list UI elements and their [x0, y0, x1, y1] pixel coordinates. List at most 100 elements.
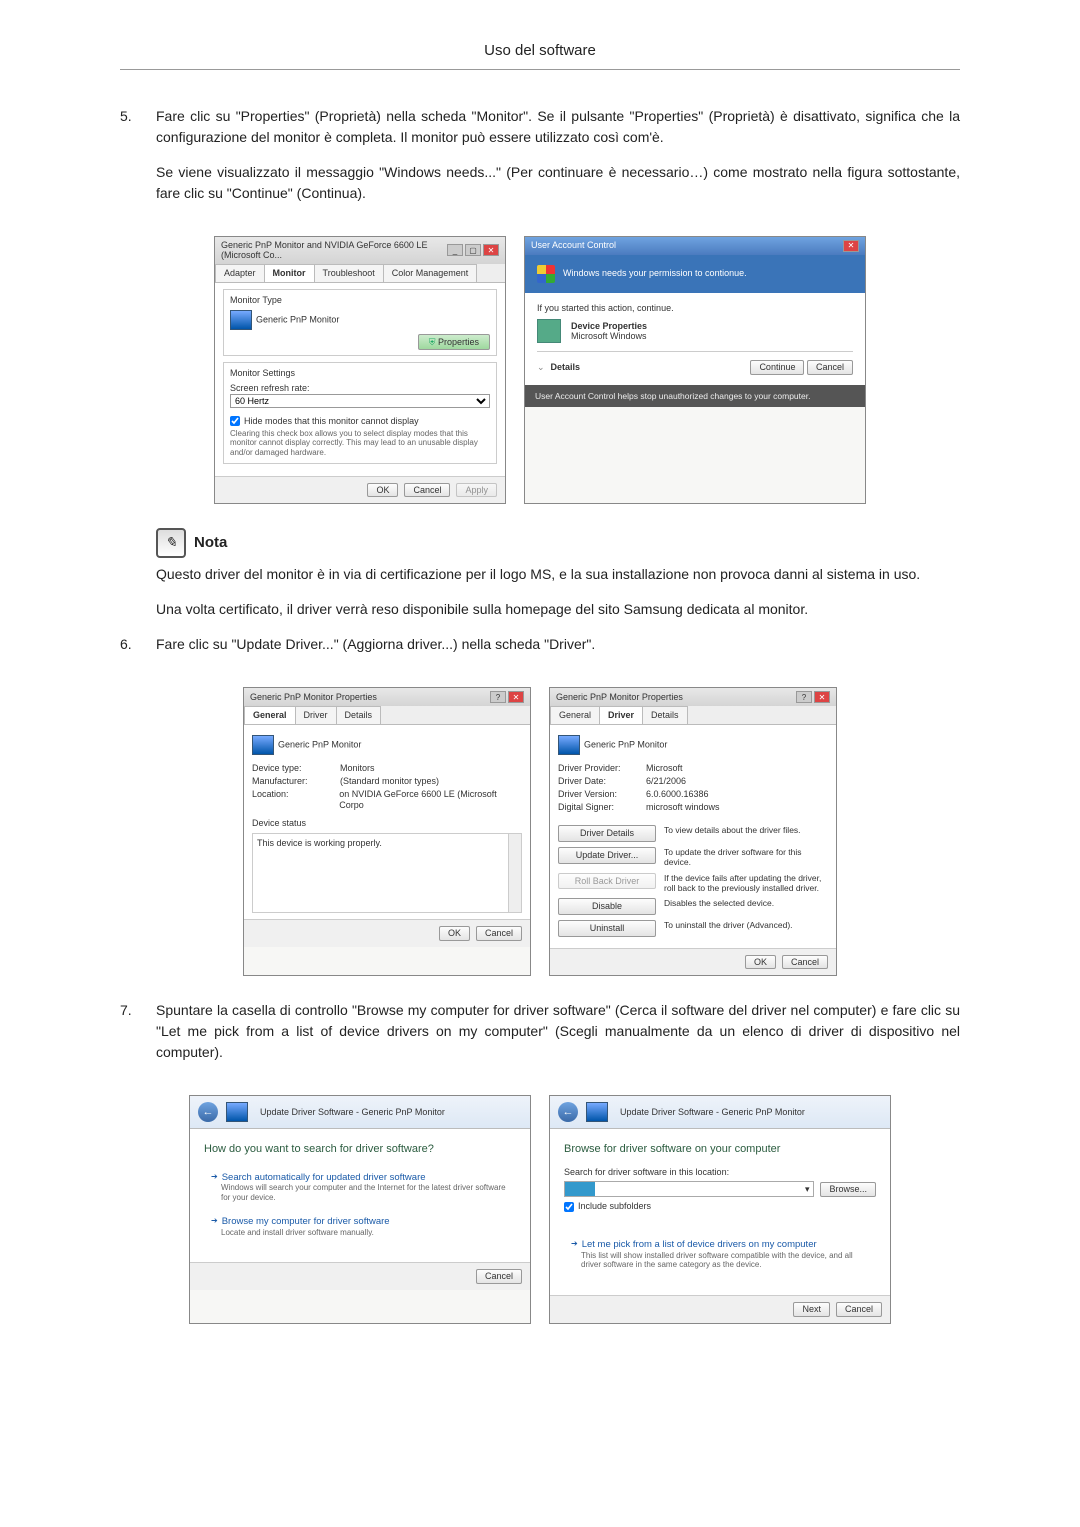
window-controls[interactable]: _▢✕: [447, 244, 499, 256]
step7-text: Spuntare la casella di controllo "Browse…: [156, 1000, 960, 1063]
tab-troubleshoot[interactable]: Troubleshoot: [314, 264, 384, 282]
cancel-button[interactable]: Cancel: [404, 483, 450, 498]
note-paragraph2: Una volta certificato, il driver verrà r…: [156, 599, 960, 620]
device-status-box: This device is working properly.: [252, 833, 522, 913]
monitor-icon: [226, 1102, 248, 1122]
hide-modes-description: Clearing this check box allows you to se…: [230, 429, 490, 458]
option-let-me-pick[interactable]: Let me pick from a list of device driver…: [564, 1234, 876, 1275]
breadcrumb: Update Driver Software - Generic PnP Mon…: [620, 1107, 805, 1118]
uninstall-button[interactable]: Uninstall: [558, 920, 656, 937]
label: Location:: [252, 789, 331, 811]
apply-button[interactable]: Apply: [456, 483, 497, 498]
desc: Disables the selected device.: [664, 898, 828, 908]
step-number-5: 5.: [120, 106, 156, 218]
step5-paragraph2: Se viene visualizzato il messaggio "Wind…: [156, 162, 960, 204]
option-description: Locate and install driver software manua…: [221, 1228, 509, 1238]
uac-title: User Account Control: [531, 240, 616, 251]
ok-button[interactable]: OK: [745, 955, 776, 970]
value: 6/21/2006: [646, 776, 686, 787]
option-search-auto[interactable]: Search automatically for updated driver …: [204, 1167, 516, 1208]
monitor-properties-window: Generic PnP Monitor and NVIDIA GeForce 6…: [214, 236, 506, 505]
update-driver-wizard-browse: ← Update Driver Software - Generic PnP M…: [549, 1095, 891, 1323]
back-icon[interactable]: ←: [558, 1102, 578, 1122]
browse-button[interactable]: Browse...: [820, 1182, 876, 1197]
note-icon: ✎: [156, 528, 186, 558]
device-status-label: Device status: [252, 818, 522, 829]
uac-dialog: User Account Control ✕ Windows needs you…: [524, 236, 866, 505]
step-number-7: 7.: [120, 1000, 156, 1077]
option-browse-computer[interactable]: Browse my computer for driver software L…: [204, 1211, 516, 1242]
path-combobox[interactable]: ▾: [564, 1181, 814, 1197]
continue-button[interactable]: Continue: [750, 360, 804, 375]
uac-publisher: Microsoft Windows: [571, 331, 647, 342]
step6-text: Fare clic su "Update Driver..." (Aggiorn…: [156, 634, 960, 655]
label: Driver Version:: [558, 789, 638, 800]
properties-button[interactable]: ⛨ Properties: [418, 334, 490, 351]
update-driver-button[interactable]: Update Driver...: [558, 847, 656, 864]
cancel-button[interactable]: Cancel: [476, 1269, 522, 1284]
back-icon[interactable]: ←: [198, 1102, 218, 1122]
cancel-button[interactable]: Cancel: [807, 360, 853, 375]
window-controls[interactable]: ✕: [843, 240, 859, 252]
tab-details[interactable]: Details: [336, 706, 382, 724]
tab-details[interactable]: Details: [642, 706, 688, 724]
hide-modes-label: Hide modes that this monitor cannot disp…: [244, 416, 419, 427]
window-title: Generic PnP Monitor Properties: [556, 692, 683, 703]
ok-button[interactable]: OK: [439, 926, 470, 941]
label: Digital Signer:: [558, 802, 638, 813]
scrollbar[interactable]: [508, 834, 521, 912]
device-properties-driver: Generic PnP Monitor Properties ?✕ Genera…: [549, 687, 837, 976]
window-title: Generic PnP Monitor Properties: [250, 692, 377, 703]
label: Manufacturer:: [252, 776, 332, 787]
cancel-button[interactable]: Cancel: [836, 1302, 882, 1317]
details-toggle[interactable]: Details: [551, 362, 581, 373]
desc: To view details about the driver files.: [664, 825, 828, 835]
note-heading: Nota: [194, 532, 227, 555]
tab-general[interactable]: General: [244, 706, 296, 724]
refresh-rate-select[interactable]: 60 Hertz: [230, 394, 490, 408]
wizard-heading: How do you want to search for driver sof…: [204, 1143, 516, 1156]
desc: If the device fails after updating the d…: [664, 873, 828, 893]
label: Device type:: [252, 763, 332, 774]
page-title: Uso del software: [120, 40, 960, 70]
value: 6.0.6000.16386: [646, 789, 709, 800]
monitor-icon: [230, 310, 252, 330]
hide-modes-checkbox[interactable]: [230, 416, 240, 426]
step5-paragraph1: Fare clic su "Properties" (Proprietà) ne…: [156, 106, 960, 148]
driver-details-button[interactable]: Driver Details: [558, 825, 656, 842]
window-controls[interactable]: ?✕: [490, 691, 524, 703]
include-subfolders-label: Include subfolders: [578, 1201, 651, 1212]
monitor-icon: [252, 735, 274, 755]
desc: To uninstall the driver (Advanced).: [664, 920, 828, 930]
window-controls[interactable]: ?✕: [796, 691, 830, 703]
cancel-button[interactable]: Cancel: [476, 926, 522, 941]
tab-general[interactable]: General: [550, 706, 600, 724]
device-properties-general: Generic PnP Monitor Properties ?✕ Genera…: [243, 687, 531, 976]
step-number-6: 6.: [120, 634, 156, 669]
monitor-type-label: Monitor Type: [230, 295, 490, 306]
tab-color-management[interactable]: Color Management: [383, 264, 478, 282]
option-description: This list will show installed driver sof…: [581, 1251, 869, 1270]
label: Driver Provider:: [558, 763, 638, 774]
disable-button[interactable]: Disable: [558, 898, 656, 915]
tab-adapter[interactable]: Adapter: [215, 264, 265, 282]
uac-program-name: Device Properties: [571, 321, 647, 332]
cancel-button[interactable]: Cancel: [782, 955, 828, 970]
device-name: Generic PnP Monitor: [278, 740, 361, 750]
note-paragraph1: Questo driver del monitor è in via di ce…: [156, 564, 960, 585]
include-subfolders-checkbox[interactable]: [564, 1202, 574, 1212]
uac-headline: Windows needs your permission to contion…: [563, 268, 747, 279]
ok-button[interactable]: OK: [367, 483, 398, 498]
monitor-icon: [586, 1102, 608, 1122]
device-name: Generic PnP Monitor: [584, 740, 667, 750]
next-button[interactable]: Next: [793, 1302, 830, 1317]
label: Driver Date:: [558, 776, 638, 787]
tab-strip[interactable]: Adapter Monitor Troubleshoot Color Manag…: [215, 264, 505, 283]
value: Monitors: [340, 763, 375, 774]
value: microsoft windows: [646, 802, 720, 813]
tab-monitor[interactable]: Monitor: [264, 264, 315, 282]
rollback-button[interactable]: Roll Back Driver: [558, 873, 656, 890]
chevron-down-icon[interactable]: ⌄: [537, 362, 545, 373]
tab-driver[interactable]: Driver: [599, 706, 643, 724]
tab-driver[interactable]: Driver: [295, 706, 337, 724]
